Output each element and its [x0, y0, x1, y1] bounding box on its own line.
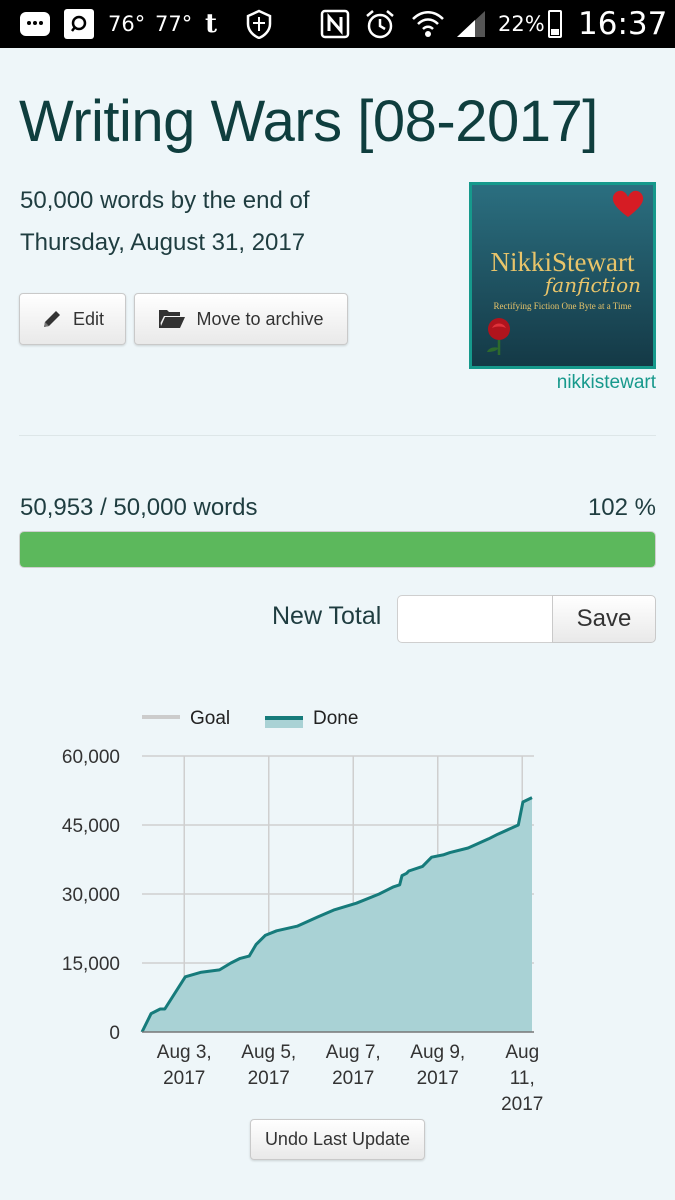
legend-done-label: Done: [313, 708, 358, 729]
x-tick-label: 2017: [501, 1094, 543, 1110]
battery-percent: 22%: [498, 12, 545, 36]
y-tick-label: 30,000: [62, 885, 120, 906]
shield-icon: [245, 0, 273, 48]
legend-goal-label: Goal: [190, 708, 230, 729]
undo-last-update-button[interactable]: Undo Last Update: [250, 1119, 425, 1160]
signal-icon: [455, 0, 487, 48]
temperature-2: 77°: [155, 12, 193, 36]
new-total-label: New Total: [272, 602, 382, 630]
divider: [19, 435, 656, 436]
percent-complete: 102 %: [587, 494, 656, 521]
move-to-archive-button[interactable]: Move to archive: [134, 293, 348, 345]
x-tick-label: Aug 3,: [157, 1042, 212, 1063]
done-area: [142, 797, 532, 1032]
x-tick-label: Aug 5,: [241, 1042, 296, 1063]
x-tick-label: 2017: [417, 1068, 459, 1089]
x-tick-label: 2017: [163, 1068, 205, 1089]
progress-chart: Goal Done 0 15,000 30,000 45,000 60,000 Aug 3, 2…: [62, 708, 544, 1110]
nfc-icon: [320, 0, 350, 48]
edit-label: Edit: [72, 308, 105, 329]
tumblr-icon: t: [205, 9, 218, 39]
word-count: 50,953 / 50,000 words: [20, 494, 258, 521]
y-tick-label: 0: [109, 1023, 120, 1044]
progress-bar: [19, 531, 656, 568]
archive-label: Move to archive: [196, 308, 324, 329]
chat-bubble-icon: [20, 12, 50, 36]
y-tick-label: 60,000: [62, 747, 120, 768]
folder-open-icon: [159, 310, 186, 328]
x-tick-label: Aug 7,: [326, 1042, 381, 1063]
avatar[interactable]: NikkiStewart fanfiction Rectifying Ficti…: [469, 182, 656, 369]
avatar-tagline: Rectifying Fiction One Byte at a Time: [493, 301, 632, 311]
progress-bar-fill: [20, 532, 655, 567]
x-tick-label: 11,: [510, 1068, 535, 1089]
x-tick-label: Aug: [505, 1042, 539, 1063]
y-tick-label: 15,000: [62, 954, 120, 975]
status-bar: 76° 77° t 22% 16:37: [0, 0, 675, 48]
avatar-username-link[interactable]: nikkistewart: [557, 372, 656, 394]
goal-description: 50,000 words by the end of: [20, 187, 310, 214]
rose-icon: [487, 318, 510, 355]
avatar-script: fanfiction: [544, 273, 641, 297]
page-title: Writing Wars [08-2017]: [19, 89, 598, 154]
clock: 16:37: [578, 6, 668, 42]
x-tick-label: Aug 9,: [410, 1042, 465, 1063]
search-app-icon: [64, 9, 94, 39]
temperature-1: 76°: [108, 12, 146, 36]
battery-icon: [548, 10, 562, 38]
wifi-icon: [411, 0, 445, 48]
alarm-icon: [364, 0, 396, 48]
goal-deadline: Thursday, August 31, 2017: [20, 229, 306, 256]
x-tick-label: 2017: [248, 1068, 290, 1089]
save-button[interactable]: Save: [552, 595, 656, 643]
x-tick-label: 2017: [332, 1068, 374, 1089]
pencil-icon: [43, 311, 60, 327]
y-tick-label: 45,000: [62, 816, 120, 837]
new-total-input[interactable]: [397, 595, 553, 643]
edit-button[interactable]: Edit: [19, 293, 126, 345]
heart-icon: [612, 190, 644, 217]
